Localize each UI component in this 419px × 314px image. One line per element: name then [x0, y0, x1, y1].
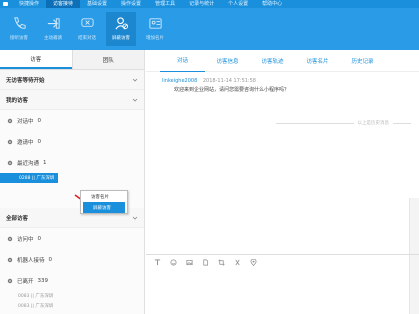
message-text: 欢迎来到企业网站，请问您需要咨询什么小程序吗？ — [174, 87, 290, 93]
list-item-left[interactable]: 已离开 339 — [0, 270, 144, 291]
row-count: 339 — [37, 277, 49, 284]
row-label: 对话中 — [17, 118, 34, 125]
section-label: 全部访客 — [6, 215, 29, 222]
list-item-robot[interactable]: 机器人接待 0 — [0, 249, 144, 270]
divider-line — [276, 122, 354, 124]
section-label: 无访客等待开始 — [6, 77, 45, 84]
chat-panel: 对话 访客信息 访客轨迹 访客名片 历史记录 linkeighe2008 201… — [146, 50, 419, 314]
section-my-visitors[interactable]: 我的访客 — [0, 90, 144, 110]
context-menu: 访客名片 屏蔽访客 — [80, 190, 128, 214]
section-no-wait[interactable]: 无访客等待开始 — [0, 70, 144, 90]
nav-help-center[interactable]: 帮助中心 — [255, 0, 289, 8]
nav-visitor-reception[interactable]: 访客接待 — [46, 0, 81, 8]
add-card-icon — [148, 18, 162, 29]
row-count: 0 — [37, 235, 42, 242]
phone-icon — [13, 17, 26, 29]
emoji-icon[interactable] — [170, 259, 177, 266]
nav-operation-settings[interactable]: 操作设置 — [114, 0, 148, 8]
nav-quick-ops[interactable]: 快捷操作 — [12, 0, 46, 8]
row-label: 最近沟通 — [17, 160, 40, 167]
nav-personal-settings[interactable]: 个人设置 — [221, 0, 255, 8]
visitor-item-selected[interactable]: 0288 || 广东深圳 — [0, 173, 58, 183]
tab-team[interactable]: 团队 — [71, 50, 144, 69]
list-item-inviting[interactable]: 邀请中 0 — [0, 131, 144, 152]
gear-icon — [7, 160, 13, 165]
divider-line — [393, 122, 411, 124]
tab-visitor-track[interactable]: 访客轨迹 — [250, 57, 295, 65]
tab-chat[interactable]: 对话 — [160, 50, 205, 72]
message-time: 2018-11-14 17:51:58 — [202, 78, 256, 84]
list-item-recent[interactable]: 最近沟通 1 — [0, 152, 144, 173]
tab-visitor-info[interactable]: 访客信息 — [205, 57, 250, 65]
toolbar-label: 结束对话 — [78, 36, 96, 41]
tab-visitor-card[interactable]: 访客名片 — [295, 57, 340, 65]
app-logo-icon — [2, 1, 12, 7]
row-label: 已离开 — [17, 278, 34, 285]
gear-icon — [7, 118, 13, 123]
tab-visitors[interactable]: 访客 — [0, 50, 72, 69]
gear-icon — [7, 278, 13, 283]
answer-visitor-button[interactable]: 接听访客 — [4, 16, 34, 41]
location-icon[interactable] — [250, 258, 257, 266]
row-count: 0 — [48, 256, 53, 263]
gear-icon — [7, 139, 13, 144]
end-chat-button[interactable]: 结束对话 — [72, 16, 102, 41]
block-visitor-icon — [114, 17, 128, 30]
section-label: 我的访客 — [6, 97, 29, 104]
message-sender: linkeighe2008 — [162, 78, 198, 84]
toolbar-label: 接听访客 — [10, 36, 28, 41]
nav-basic-settings[interactable]: 基础设置 — [80, 0, 114, 8]
gear-icon — [7, 236, 13, 241]
chevron-down-icon — [132, 98, 138, 102]
input-area[interactable] — [146, 254, 419, 314]
history-divider: 以上是历史消息 — [276, 120, 411, 126]
row-label: 机器人接待 — [17, 257, 45, 264]
nav-manage-tools[interactable]: 管理工具 — [148, 0, 182, 8]
row-count: 0 — [37, 117, 42, 124]
row-count: 1 — [43, 159, 47, 166]
top-nav: 快捷操作 访客接待 基础设置 操作设置 管理工具 记录与统计 个人设置 帮助中心 — [0, 0, 419, 8]
font-icon[interactable] — [154, 258, 161, 266]
input-toolbar — [146, 255, 419, 269]
gear-icon — [7, 257, 13, 262]
divider-label: 以上是历史消息 — [357, 121, 390, 126]
toolbar: 接听访客 主动邀请 结束对话 屏蔽访客 增加名片 — [0, 8, 419, 50]
tab-history[interactable]: 历史记录 — [340, 57, 385, 65]
toolbar-label: 增加名片 — [146, 36, 164, 41]
invite-icon — [47, 18, 60, 29]
visitor-tabs: 访客 团队 — [0, 50, 144, 70]
toolbar-label: 主动邀请 — [44, 36, 62, 41]
message-header: linkeighe2008 2018-11-14 17:51:58 — [162, 78, 256, 84]
crop-icon[interactable] — [218, 258, 225, 266]
block-visitor-button[interactable]: 屏蔽访客 — [106, 12, 136, 46]
row-count: 0 — [37, 138, 42, 145]
visitor-panel: 访客 团队 无访客等待开始 我的访客 对话中 0 邀请中 0 最近沟通 1 02… — [0, 50, 145, 314]
list-item[interactable]: 0083 || 广东深圳 — [0, 301, 144, 311]
chat-tabs: 对话 访客信息 访客轨迹 访客名片 历史记录 — [146, 50, 419, 72]
chevron-down-icon — [132, 216, 138, 220]
menu-item-visitor-card[interactable]: 访客名片 — [81, 191, 127, 202]
add-card-button[interactable]: 增加名片 — [140, 16, 170, 41]
file-icon[interactable] — [202, 259, 209, 266]
invite-button[interactable]: 主动邀请 — [38, 16, 68, 41]
image-icon[interactable] — [186, 259, 193, 266]
toolbar-label: 屏蔽访客 — [112, 36, 130, 41]
row-label: 邀请中 — [17, 139, 34, 146]
menu-item-block-visitor[interactable]: 屏蔽访客 — [83, 202, 125, 213]
list-item-in-chat[interactable]: 对话中 0 — [0, 110, 144, 131]
nav-records-stats[interactable]: 记录与统计 — [182, 0, 221, 8]
screenshot-icon[interactable] — [234, 259, 241, 266]
end-chat-icon — [80, 18, 94, 27]
row-label: 访问中 — [17, 236, 34, 243]
chevron-down-icon — [132, 78, 138, 82]
list-item[interactable]: 0083 || 广东深圳 — [0, 291, 144, 301]
list-item-visiting[interactable]: 访问中 0 — [0, 228, 144, 249]
